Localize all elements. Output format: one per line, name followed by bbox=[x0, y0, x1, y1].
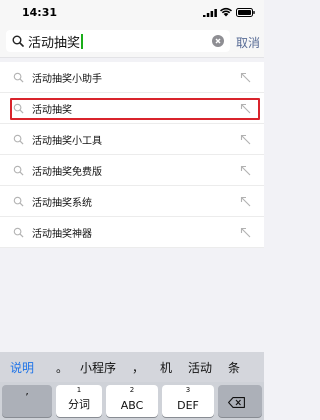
arrow-up-left-icon[interactable] bbox=[240, 165, 251, 176]
candidate-word[interactable]: 活动 bbox=[188, 359, 212, 376]
candidate-word[interactable]: 小程序 bbox=[80, 359, 116, 376]
suggestion-label: 活动抽奖系统 bbox=[32, 198, 92, 209]
arrow-up-left-icon[interactable] bbox=[240, 134, 251, 145]
search-icon bbox=[13, 196, 24, 207]
backspace-icon bbox=[228, 397, 245, 408]
search-icon bbox=[13, 134, 24, 145]
keyboard: ’ 1 分词 2 ABC 3 DEF bbox=[0, 382, 264, 420]
candidate-bar: 说明 。 小程序 ， 机 活动 条 bbox=[0, 352, 264, 382]
suggestion-label: 活动抽奖小工具 bbox=[32, 136, 102, 147]
key-2[interactable]: 2 ABC bbox=[106, 385, 158, 417]
suggestion-item[interactable]: 活动抽奖小工具 bbox=[0, 124, 264, 155]
text-caret bbox=[81, 33, 84, 49]
battery-icon bbox=[236, 8, 255, 17]
key-number: 1 bbox=[76, 386, 82, 394]
search-query-text: 活动抽奖 bbox=[28, 33, 84, 51]
clear-icon[interactable] bbox=[212, 35, 224, 47]
search-icon bbox=[13, 165, 24, 176]
key-number: 3 bbox=[185, 386, 191, 394]
arrow-up-left-icon[interactable] bbox=[240, 196, 251, 207]
backspace-key[interactable] bbox=[218, 385, 262, 417]
candidate-word[interactable]: 。 bbox=[56, 359, 68, 376]
key-label: ’ bbox=[25, 391, 29, 404]
search-icon bbox=[13, 72, 24, 83]
suggestion-label: 活动抽奖 bbox=[32, 105, 72, 116]
search-input[interactable]: 活动抽奖 bbox=[6, 30, 230, 52]
suggestion-item[interactable]: 活动抽奖 bbox=[0, 93, 264, 124]
candidate-word[interactable]: 条 bbox=[228, 359, 240, 376]
status-bar: 14:31 bbox=[0, 0, 264, 26]
arrow-up-left-icon[interactable] bbox=[240, 227, 251, 238]
candidate-word[interactable]: ， bbox=[132, 359, 144, 376]
key-number: 2 bbox=[129, 386, 135, 394]
cancel-button[interactable]: 取消 bbox=[236, 34, 260, 51]
search-icon bbox=[13, 227, 24, 238]
key-1[interactable]: 1 分词 bbox=[56, 385, 102, 417]
arrow-up-left-icon[interactable] bbox=[240, 72, 251, 83]
arrow-up-left-icon[interactable] bbox=[240, 103, 251, 114]
key-label: 分词 bbox=[68, 398, 90, 411]
status-time: 14:31 bbox=[22, 6, 58, 19]
punctuation-key[interactable]: ’ bbox=[2, 385, 52, 417]
signal-icon bbox=[203, 9, 217, 17]
suggestion-item[interactable]: 活动抽奖系统 bbox=[0, 186, 264, 217]
wifi-icon bbox=[220, 7, 232, 17]
key-label: ABC bbox=[120, 399, 144, 412]
suggestion-item[interactable]: 活动抽奖免费版 bbox=[0, 155, 264, 186]
search-icon bbox=[13, 103, 24, 114]
suggestion-label: 活动抽奖免费版 bbox=[32, 167, 102, 178]
key-3[interactable]: 3 DEF bbox=[162, 385, 214, 417]
suggestion-label: 活动抽奖小助手 bbox=[32, 74, 102, 85]
suggestion-label: 活动抽奖神器 bbox=[32, 229, 92, 240]
candidate-word[interactable]: 机 bbox=[160, 359, 172, 376]
search-icon bbox=[12, 35, 24, 47]
suggestion-item[interactable]: 活动抽奖小助手 bbox=[0, 62, 264, 93]
key-label: DEF bbox=[177, 399, 199, 412]
candidate-word[interactable]: 说明 bbox=[10, 359, 34, 376]
search-header: 活动抽奖 取消 bbox=[0, 26, 264, 58]
suggestion-item[interactable]: 活动抽奖神器 bbox=[0, 217, 264, 248]
suggestion-list: 活动抽奖小助手 活动抽奖 活动抽奖小工具 活动抽奖免费版 活动抽奖系统 活动抽奖… bbox=[0, 62, 264, 248]
